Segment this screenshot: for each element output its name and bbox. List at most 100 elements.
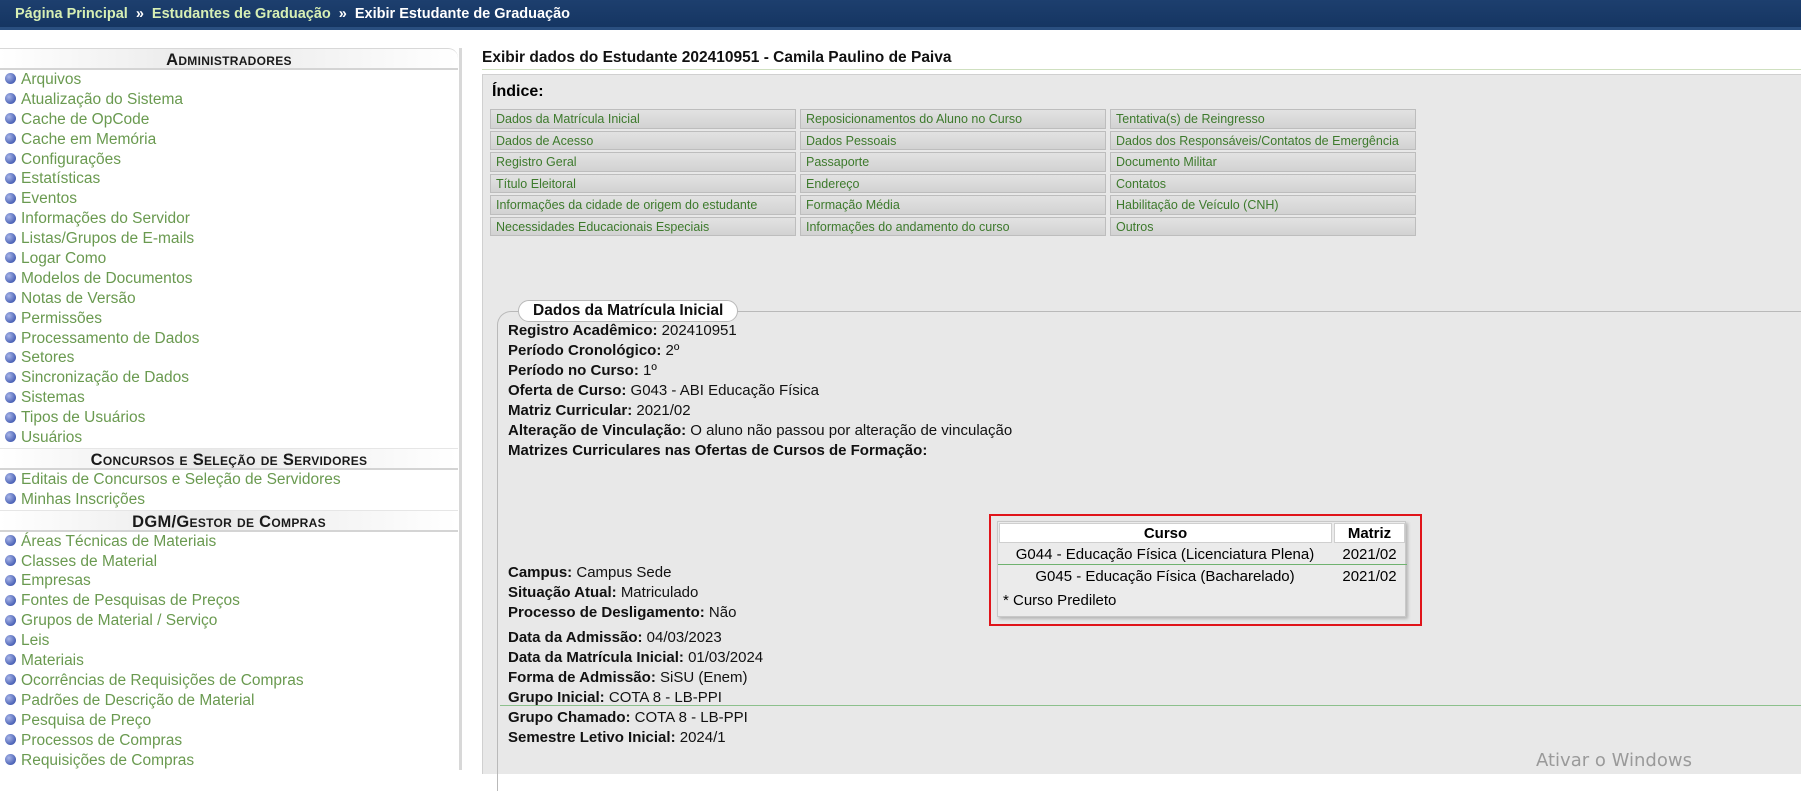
sidebar-item-label: Cache em Memória [21, 130, 157, 148]
sidebar-item[interactable]: Processamento de Dados [5, 329, 459, 349]
breadcrumb-separator: » [338, 6, 347, 22]
field-value: COTA 8 - LB-PPI [634, 709, 748, 726]
bullet-icon [5, 73, 16, 85]
bullet-icon [5, 292, 16, 304]
field-value: G043 - ABI Educação Física [630, 382, 819, 399]
sidebar-item-label: Notas de Versão [21, 289, 136, 307]
breadcrumb-current: Exibir Estudante de Graduação [354, 6, 571, 22]
field-row: Período Cronológico: 2º [508, 342, 679, 359]
page-title: Exibir dados do Estudante 202410951 - Ca… [482, 46, 1801, 70]
bullet-icon [5, 391, 16, 403]
breadcrumb-home-link[interactable]: Página Principal [15, 6, 128, 22]
bullet-icon [5, 331, 16, 343]
sidebar-item[interactable]: Permissões [5, 309, 459, 329]
sidebar-item[interactable]: Processos de Compras [5, 731, 459, 751]
sidebar-item[interactable]: Cache em Memória [5, 130, 459, 150]
field-label: Registro Acadêmico: [508, 322, 658, 339]
indice-link[interactable]: Necessidades Educacionais Especiais [490, 216, 796, 236]
field-label: Alteração de Vinculação: [508, 422, 687, 439]
sidebar-item[interactable]: Minhas Inscrições [5, 490, 459, 510]
sidebar-item-label: Fontes de Pesquisas de Preços [21, 592, 240, 610]
sidebar-item[interactable]: Pesquisa de Preço [5, 711, 459, 731]
sidebar-item[interactable]: Usuários [5, 428, 459, 448]
sidebar-item[interactable]: Arquivos [5, 70, 459, 90]
sidebar-item[interactable]: Tipos de Usuários [5, 408, 459, 428]
sidebar-group-title: Administradores [0, 48, 458, 70]
indice-link[interactable]: Informações da cidade de origem do estud… [490, 195, 796, 215]
sidebar-item[interactable]: Leis [5, 631, 459, 651]
windows-activation-watermark: Ativar o Windows [1536, 750, 1692, 771]
table-note: * Curso Predileto [1003, 592, 1117, 609]
field-label: Período Cronológico: [508, 342, 662, 359]
sidebar-item[interactable]: Classes de Material [5, 552, 459, 572]
matrizes-table: Curso Matriz G044 - Educação Física (Lic… [997, 521, 1407, 617]
bullet-icon [5, 714, 16, 726]
sidebar-item[interactable]: Modelos de Documentos [5, 269, 459, 289]
field-value: 04/03/2023 [646, 629, 722, 646]
sidebar-item[interactable]: Logar Como [5, 249, 459, 269]
sidebar-item[interactable]: Cache de OpCode [5, 110, 459, 130]
field-row: Campus: Campus Sede [508, 564, 671, 581]
sidebar-item-label: Sincronização de Dados [21, 369, 190, 387]
indice-link[interactable]: Contatos [1110, 173, 1416, 193]
sidebar-item[interactable]: Editais de Concursos e Seleção de Servid… [5, 470, 459, 490]
indice-link[interactable]: Documento Militar [1110, 152, 1416, 172]
field-row: Matrizes Curriculares nas Ofertas de Cur… [508, 442, 927, 459]
indice-link[interactable]: Dados Pessoais [800, 130, 1106, 150]
sidebar-item-label: Materiais [21, 652, 84, 670]
bullet-icon [5, 614, 16, 626]
field-value: 2021/02 [636, 402, 691, 419]
table-cell-curso: G045 - Educação Física (Bacharelado) [1035, 568, 1295, 585]
indice-link[interactable]: Passaporte [800, 152, 1106, 172]
sidebar-item-label: Processamento de Dados [21, 329, 200, 347]
indice-link[interactable]: Habilitação de Veículo (CNH) [1110, 195, 1416, 215]
sidebar-item[interactable]: Configurações [5, 150, 459, 170]
indice-link[interactable]: Informações do andamento do curso [800, 216, 1106, 236]
breadcrumb-parent-link[interactable]: Estudantes de Graduação [152, 6, 331, 22]
sidebar-item[interactable]: Padrões de Descrição de Material [5, 691, 459, 711]
sidebar-item[interactable]: Notas de Versão [5, 289, 459, 309]
indice-link[interactable]: Formação Média [800, 195, 1106, 215]
indice-link[interactable]: Outros [1110, 216, 1416, 236]
field-label: Processo de Desligamento: [508, 604, 705, 621]
indice-link[interactable]: Reposicionamentos do Aluno no Curso [800, 109, 1106, 129]
sidebar-item-label: Informações do Servidor [21, 210, 190, 228]
sidebar-item-label: Áreas Técnicas de Materiais [21, 532, 217, 550]
sidebar-item[interactable]: Listas/Grupos de E-mails [5, 229, 459, 249]
indice-link[interactable]: Registro Geral [490, 152, 796, 172]
sidebar-item[interactable]: Empresas [5, 571, 459, 591]
field-value: COTA 8 - LB-PPI [608, 689, 722, 706]
indice-link[interactable]: Endereço [800, 173, 1106, 193]
indice-link[interactable]: Título Eleitoral [490, 173, 796, 193]
field-value: SiSU (Enem) [659, 669, 748, 686]
indice-link[interactable]: Dados da Matrícula Inicial [490, 109, 796, 129]
indice-link[interactable]: Tentativa(s) de Reingresso [1110, 109, 1416, 129]
field-row: Forma de Admissão: SiSU (Enem) [508, 669, 748, 686]
sidebar-item[interactable]: Sistemas [5, 388, 459, 408]
sidebar-item[interactable]: Atualização do Sistema [5, 90, 459, 110]
column-header-curso: Curso [999, 523, 1332, 543]
indice-link[interactable]: Dados de Acesso [490, 130, 796, 150]
sidebar-item[interactable]: Áreas Técnicas de Materiais [5, 532, 459, 552]
sidebar-item[interactable]: Ocorrências de Requisições de Compras [5, 671, 459, 691]
sidebar-item[interactable]: Materiais [5, 651, 459, 671]
table-header: Curso Matriz [998, 522, 1407, 543]
bullet-icon [5, 473, 16, 485]
matrizes-highlight-box: Curso Matriz G044 - Educação Física (Lic… [989, 514, 1422, 626]
sidebar-item[interactable]: Estatísticas [5, 169, 459, 189]
sidebar-group-title: DGM/Gestor de Compras [0, 509, 458, 532]
sidebar-item-label: Ocorrências de Requisições de Compras [21, 671, 304, 689]
field-value: 1º [643, 362, 657, 379]
sidebar-item[interactable]: Informações do Servidor [5, 209, 459, 229]
sidebar-item-label: Leis [21, 632, 50, 650]
sidebar-item[interactable]: Grupos de Material / Serviço [5, 611, 459, 631]
indice-link[interactable]: Dados dos Responsáveis/Contatos de Emerg… [1110, 130, 1416, 150]
sidebar-item[interactable]: Requisições de Compras [5, 751, 459, 771]
sidebar-item[interactable]: Eventos [5, 189, 459, 209]
section-title: Dados da Matrícula Inicial [518, 300, 739, 322]
sidebar-item[interactable]: Fontes de Pesquisas de Preços [5, 591, 459, 611]
sidebar-item-label: Modelos de Documentos [21, 269, 193, 287]
sidebar-item[interactable]: Sincronização de Dados [5, 368, 459, 388]
breadcrumb-separator: » [135, 6, 144, 22]
sidebar-item[interactable]: Setores [5, 348, 459, 368]
